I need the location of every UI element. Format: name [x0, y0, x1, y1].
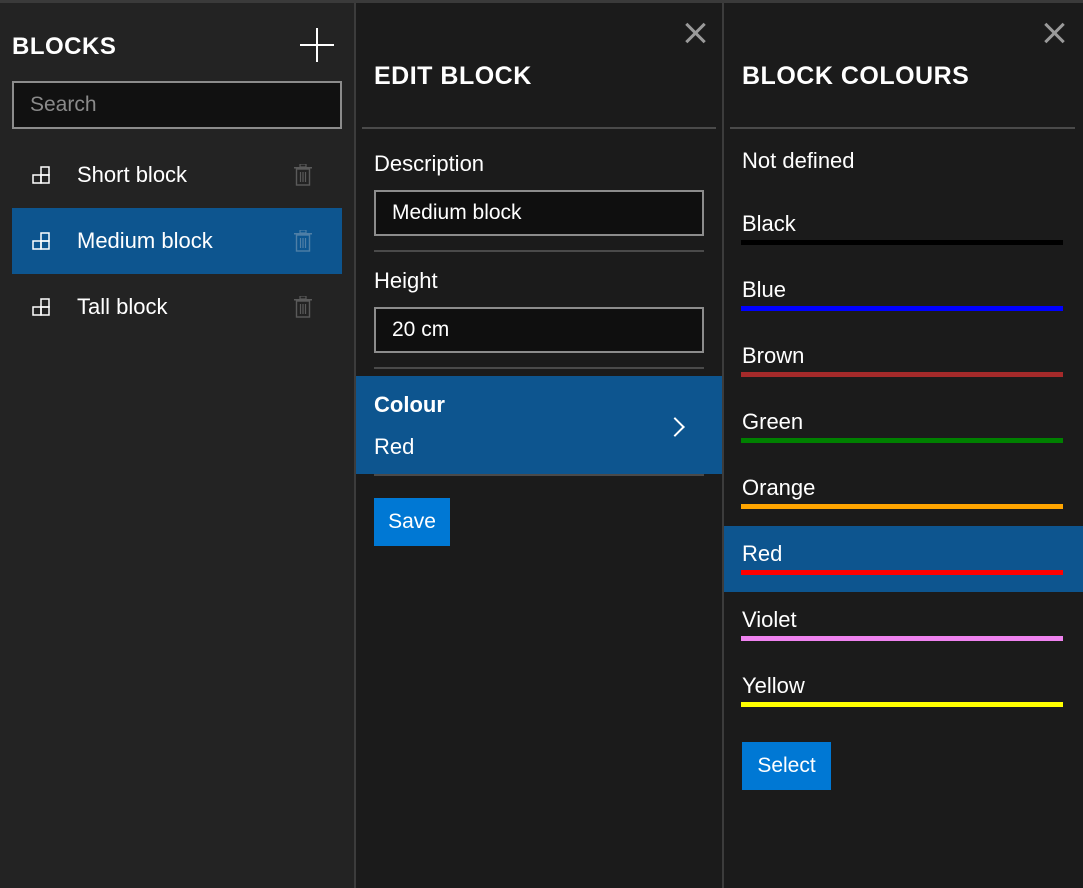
block-list-item[interactable]: Short block	[12, 142, 342, 208]
height-field[interactable]	[374, 307, 704, 353]
block-list-item[interactable]: Tall block	[12, 274, 342, 340]
block-name: Short block	[77, 162, 188, 187]
colour-swatch	[741, 504, 1063, 509]
blocks-panel	[0, 3, 354, 888]
search-input[interactable]	[12, 81, 342, 129]
colour-name: Green	[742, 409, 804, 434]
colour-option-violet[interactable]: Violet	[724, 592, 1083, 658]
blocks-icon	[32, 166, 50, 184]
close-icon[interactable]	[684, 22, 706, 44]
colour-option-brown[interactable]: Brown	[724, 328, 1083, 394]
colour-swatch	[741, 570, 1063, 575]
colour-label: Colour	[374, 392, 445, 417]
colour-name: Violet	[742, 607, 797, 632]
description-label: Description	[374, 151, 485, 176]
divider	[362, 127, 716, 129]
select-button[interactable]: Select	[742, 742, 831, 790]
colour-swatch	[741, 306, 1063, 311]
colour-name: Yellow	[742, 673, 805, 698]
divider	[730, 127, 1075, 129]
divider	[374, 474, 704, 476]
colour-swatch	[741, 702, 1063, 707]
height-label: Height	[374, 268, 438, 293]
colour-value: Red	[374, 434, 415, 459]
colour-selector-row[interactable]: Colour Red	[356, 376, 722, 474]
save-button[interactable]: Save	[374, 498, 450, 546]
trash-icon[interactable]	[294, 164, 312, 186]
colour-option-red[interactable]: Red	[724, 526, 1083, 592]
edit-block-title: EDIT BLOCK	[374, 62, 532, 90]
divider	[374, 367, 704, 369]
block-list: Short block Medium block Tall block	[12, 142, 342, 340]
colour-option-orange[interactable]: Orange	[724, 460, 1083, 526]
add-block-button[interactable]	[298, 26, 336, 64]
colour-name: Black	[742, 211, 796, 236]
block-colours-title: BLOCK COLOURS	[742, 62, 970, 90]
colour-name: Blue	[742, 277, 787, 302]
divider	[374, 250, 704, 252]
colour-swatch	[741, 636, 1063, 641]
colour-swatch	[741, 240, 1063, 245]
description-field[interactable]	[374, 190, 704, 236]
colour-name: Red	[742, 541, 783, 566]
colour-option-not-defined[interactable]: Not defined	[742, 148, 855, 174]
colour-swatch	[741, 372, 1063, 377]
colour-name: Brown	[742, 343, 805, 368]
colour-option-yellow[interactable]: Yellow	[724, 658, 1083, 724]
blocks-icon	[32, 298, 50, 316]
block-name: Medium block	[77, 228, 213, 253]
colour-name: Orange	[742, 475, 816, 500]
close-icon[interactable]	[1043, 22, 1065, 44]
blocks-title: BLOCKS	[12, 33, 117, 60]
colour-option-blue[interactable]: Blue	[724, 262, 1083, 328]
colour-swatch	[741, 438, 1063, 443]
colour-list: Black Blue Brown Green Orange Red Violet Yellow	[724, 196, 1083, 724]
blocks-icon	[32, 232, 50, 250]
trash-icon[interactable]	[294, 230, 312, 252]
chevron-right-icon	[665, 417, 685, 437]
trash-icon[interactable]	[294, 296, 312, 318]
colour-option-black[interactable]: Black	[724, 196, 1083, 262]
colour-option-green[interactable]: Green	[724, 394, 1083, 460]
block-name: Tall block	[77, 294, 168, 319]
block-list-item-selected[interactable]: Medium block	[12, 208, 342, 274]
